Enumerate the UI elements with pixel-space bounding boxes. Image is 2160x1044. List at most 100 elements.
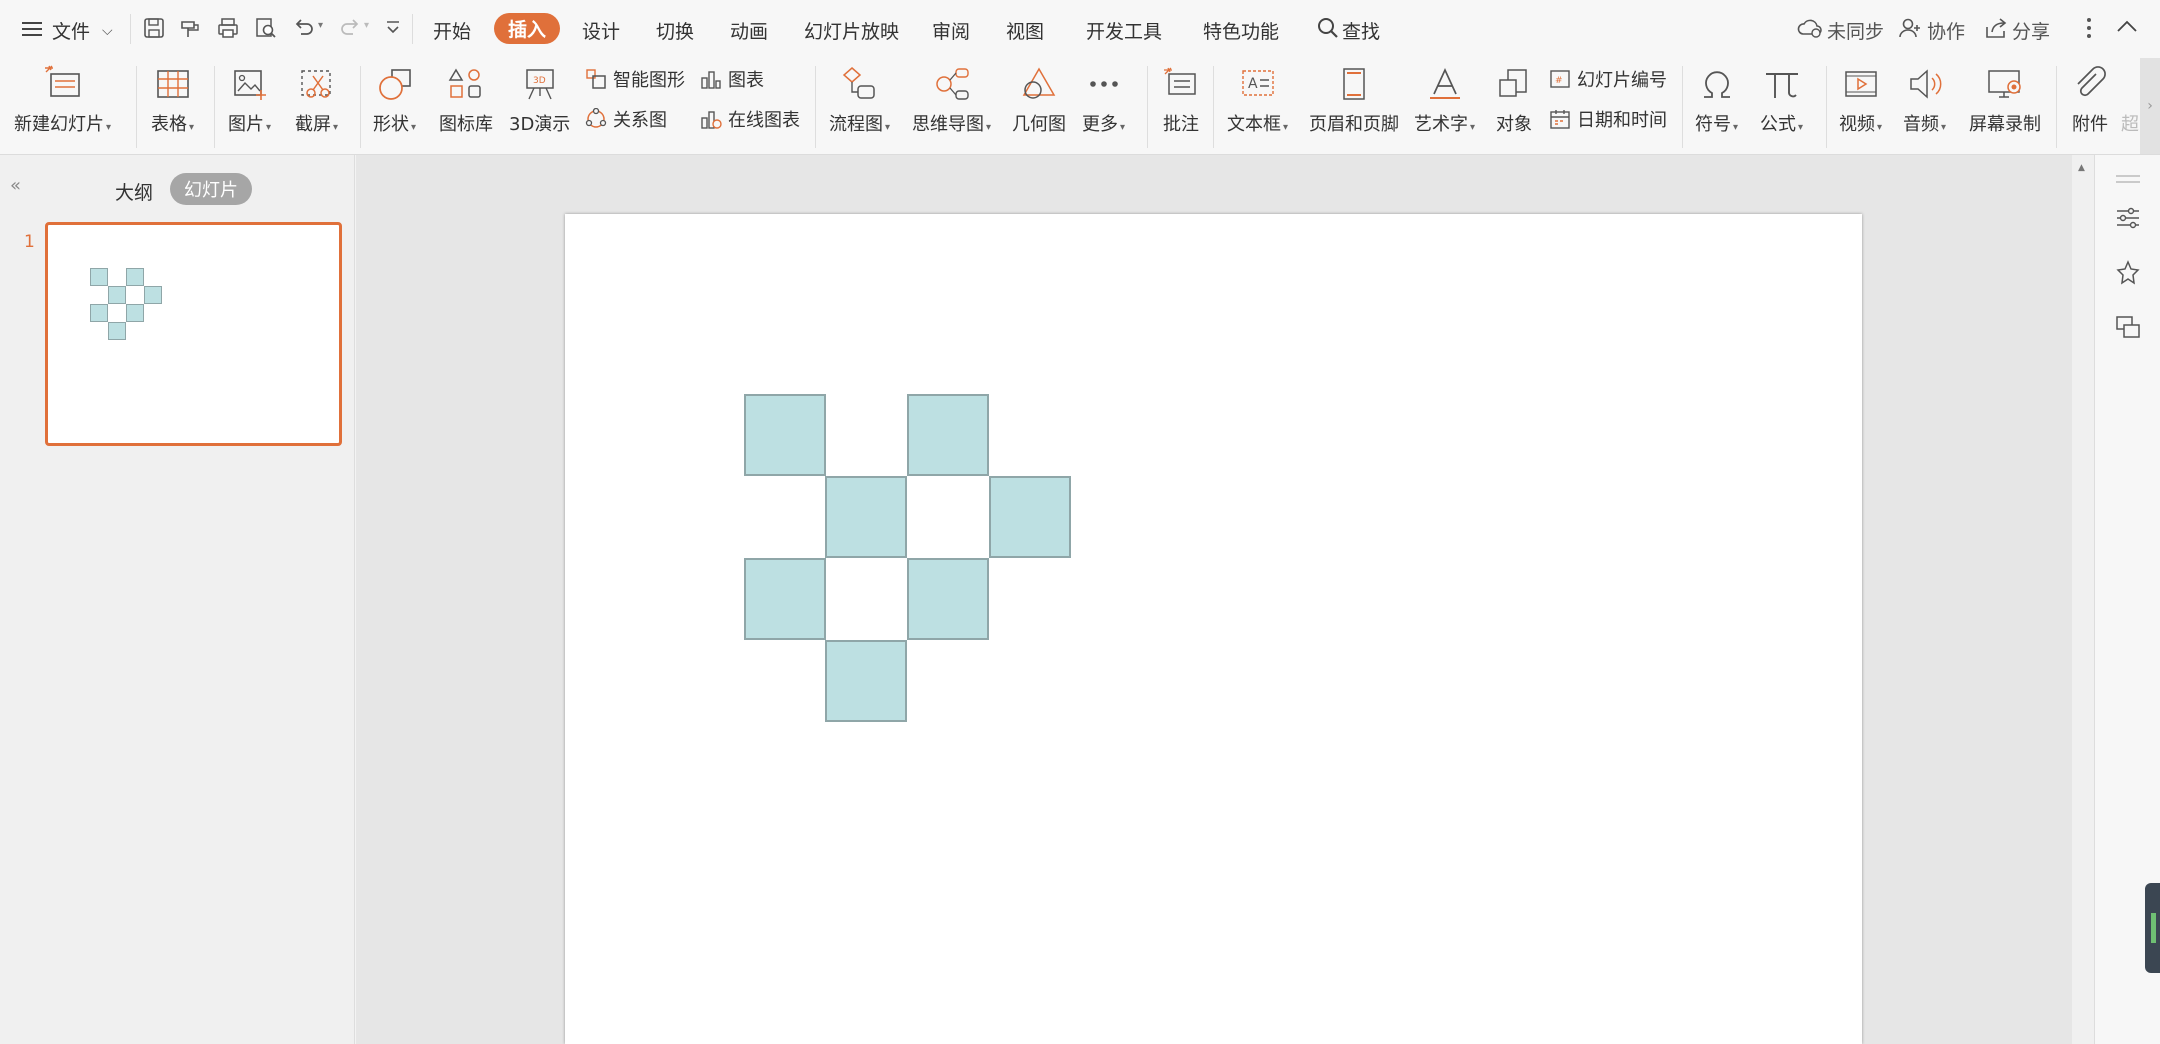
tab-design[interactable]: 设计 xyxy=(582,17,620,44)
tab-review[interactable]: 审阅 xyxy=(932,17,970,44)
header-footer-icon xyxy=(1334,62,1374,106)
mindmap-button[interactable]: 思维导图 ▾ xyxy=(912,62,991,136)
icon-library-button[interactable]: 图标库 xyxy=(439,62,493,136)
thumb-shape xyxy=(144,286,162,304)
teal-square-shape[interactable] xyxy=(744,558,826,640)
teal-square-shape[interactable] xyxy=(825,476,907,558)
print-preview-icon[interactable] xyxy=(254,16,278,44)
screenshot-button[interactable]: 截屏 ▾ xyxy=(295,62,338,136)
3d-demo-button[interactable]: 3D 3D演示 xyxy=(509,62,570,136)
ribbon-scroll-right[interactable]: › xyxy=(2140,58,2160,154)
print-icon[interactable] xyxy=(216,16,240,44)
search-label: 查找 xyxy=(1342,21,1381,43)
tab-transition[interactable]: 切换 xyxy=(656,17,694,44)
table-icon xyxy=(153,62,193,106)
new-slide-button[interactable]: 新建幻灯片 ▾ xyxy=(14,62,111,136)
animation-star-icon[interactable] xyxy=(2115,260,2141,290)
flowchart-button[interactable]: 流程图 ▾ xyxy=(829,62,890,136)
tab-view[interactable]: 视图 xyxy=(1006,17,1044,44)
save-icon[interactable] xyxy=(142,16,166,44)
tab-home[interactable]: 开始 xyxy=(433,17,471,44)
header-footer-button[interactable]: 页眉和页脚 xyxy=(1309,62,1399,136)
undo-icon[interactable] xyxy=(292,16,316,44)
picture-button[interactable]: 图片 ▾ xyxy=(228,62,271,136)
collaborate-button[interactable]: 协作 xyxy=(1899,17,1965,44)
tab-outline[interactable]: 大纲 xyxy=(115,178,153,205)
level-indicator xyxy=(2151,913,2156,943)
ribbon: 新建幻灯片 ▾ 表格 ▾ 图片 ▾ 截屏 ▾ 形状 ▾ 图标库 3D 3D演示 智能图形 … xyxy=(0,58,2160,155)
online-chart-button[interactable]: 在线图表 xyxy=(700,106,800,132)
sync-status[interactable]: 未同步 xyxy=(1797,17,1884,44)
tab-view-label: 视图 xyxy=(1006,21,1045,43)
tab-slides[interactable]: 幻灯片 xyxy=(170,173,252,205)
comment-button[interactable]: 批注 xyxy=(1161,62,1201,136)
smart-art-button[interactable]: 智能图形 xyxy=(585,66,685,92)
geometry-button[interactable]: 几何图 xyxy=(1012,62,1066,136)
slide-thumbnail[interactable] xyxy=(45,222,342,446)
relation-chart-button[interactable]: 关系图 xyxy=(585,106,667,132)
header-footer-label: 页眉和页脚 xyxy=(1309,114,1399,135)
video-button[interactable]: 视频 ▾ xyxy=(1839,62,1882,136)
attachment-button[interactable]: 附件 xyxy=(2070,62,2110,136)
teal-square-shape[interactable] xyxy=(744,394,826,476)
collapse-panel-icon[interactable]: « xyxy=(10,175,21,196)
screen-record-icon xyxy=(1985,62,2025,106)
teal-square-shape[interactable] xyxy=(989,476,1071,558)
svg-text:3D: 3D xyxy=(533,76,546,86)
new-slide-icon xyxy=(41,62,85,106)
shape-button[interactable]: 形状 ▾ xyxy=(373,62,416,136)
file-menu[interactable]: 文件 ⌵ xyxy=(22,17,113,44)
side-widget-tab[interactable] xyxy=(2145,883,2160,973)
geometry-icon xyxy=(1019,62,1059,106)
wordart-button[interactable]: 艺术字 ▾ xyxy=(1414,62,1475,136)
symbol-button[interactable]: 符号 ▾ xyxy=(1695,62,1738,136)
datetime-button[interactable]: 日期和时间 xyxy=(1549,106,1667,132)
search-button[interactable]: 查找 xyxy=(1316,16,1380,45)
search-icon xyxy=(1316,16,1340,45)
customize-qat-icon[interactable] xyxy=(384,18,402,42)
comment-label: 批注 xyxy=(1163,114,1199,135)
slide-switch-icon[interactable] xyxy=(2115,314,2141,344)
more-button[interactable]: 更多 ▾ xyxy=(1082,62,1125,136)
share-button[interactable]: 分享 xyxy=(1984,17,2050,44)
vertical-scrollbar[interactable]: ▲ xyxy=(2072,155,2094,1044)
audio-button[interactable]: 音频 ▾ xyxy=(1903,62,1946,136)
video-label: 视频 xyxy=(1839,114,1875,135)
overflow-icon xyxy=(2120,62,2140,106)
object-button[interactable]: 对象 xyxy=(1494,62,1534,136)
format-painter-icon[interactable] xyxy=(178,16,202,44)
tab-insert[interactable]: 插入 xyxy=(494,13,561,44)
calendar-icon xyxy=(1549,108,1571,130)
pi-icon xyxy=(1762,62,1802,106)
3d-demo-label: 3D演示 xyxy=(509,114,571,135)
tab-features[interactable]: 特色功能 xyxy=(1203,17,1279,44)
chart-button[interactable]: 图表 xyxy=(700,66,764,92)
teal-square-shape[interactable] xyxy=(907,558,989,640)
ribbon-divider xyxy=(136,66,137,148)
tab-slideshow[interactable]: 幻灯片放映 xyxy=(804,17,899,44)
tab-slideshow-label: 幻灯片放映 xyxy=(804,21,900,43)
online-chart-label: 在线图表 xyxy=(728,110,800,131)
more-options-icon[interactable] xyxy=(2085,16,2093,44)
properties-icon[interactable] xyxy=(2115,206,2141,234)
collapse-ribbon-icon[interactable] xyxy=(2116,18,2138,38)
textbox-button[interactable]: A 文本框 ▾ xyxy=(1227,62,1288,136)
overflow-button[interactable]: 超 xyxy=(2120,62,2140,136)
video-icon xyxy=(1841,62,1881,106)
slide-number-button[interactable]: # 幻灯片编号 xyxy=(1549,66,1667,92)
tab-animation[interactable]: 动画 xyxy=(730,17,768,44)
teal-square-shape[interactable] xyxy=(825,640,907,722)
undo-dropdown-icon[interactable]: ▾ xyxy=(318,20,323,31)
formula-label: 公式 xyxy=(1760,114,1796,135)
table-button[interactable]: 表格 ▾ xyxy=(151,62,194,136)
formula-button[interactable]: 公式 ▾ xyxy=(1760,62,1803,136)
divider xyxy=(130,14,131,44)
slide-canvas[interactable] xyxy=(565,214,1862,1044)
smart-art-label: 智能图形 xyxy=(613,70,685,91)
mindmap-label: 思维导图 xyxy=(912,114,984,135)
scroll-up-icon[interactable]: ▲ xyxy=(2078,163,2085,173)
tab-developer[interactable]: 开发工具 xyxy=(1086,17,1162,44)
teal-square-shape[interactable] xyxy=(907,394,989,476)
object-icon xyxy=(1494,62,1534,106)
screen-record-button[interactable]: 屏幕录制 xyxy=(1969,62,2041,136)
